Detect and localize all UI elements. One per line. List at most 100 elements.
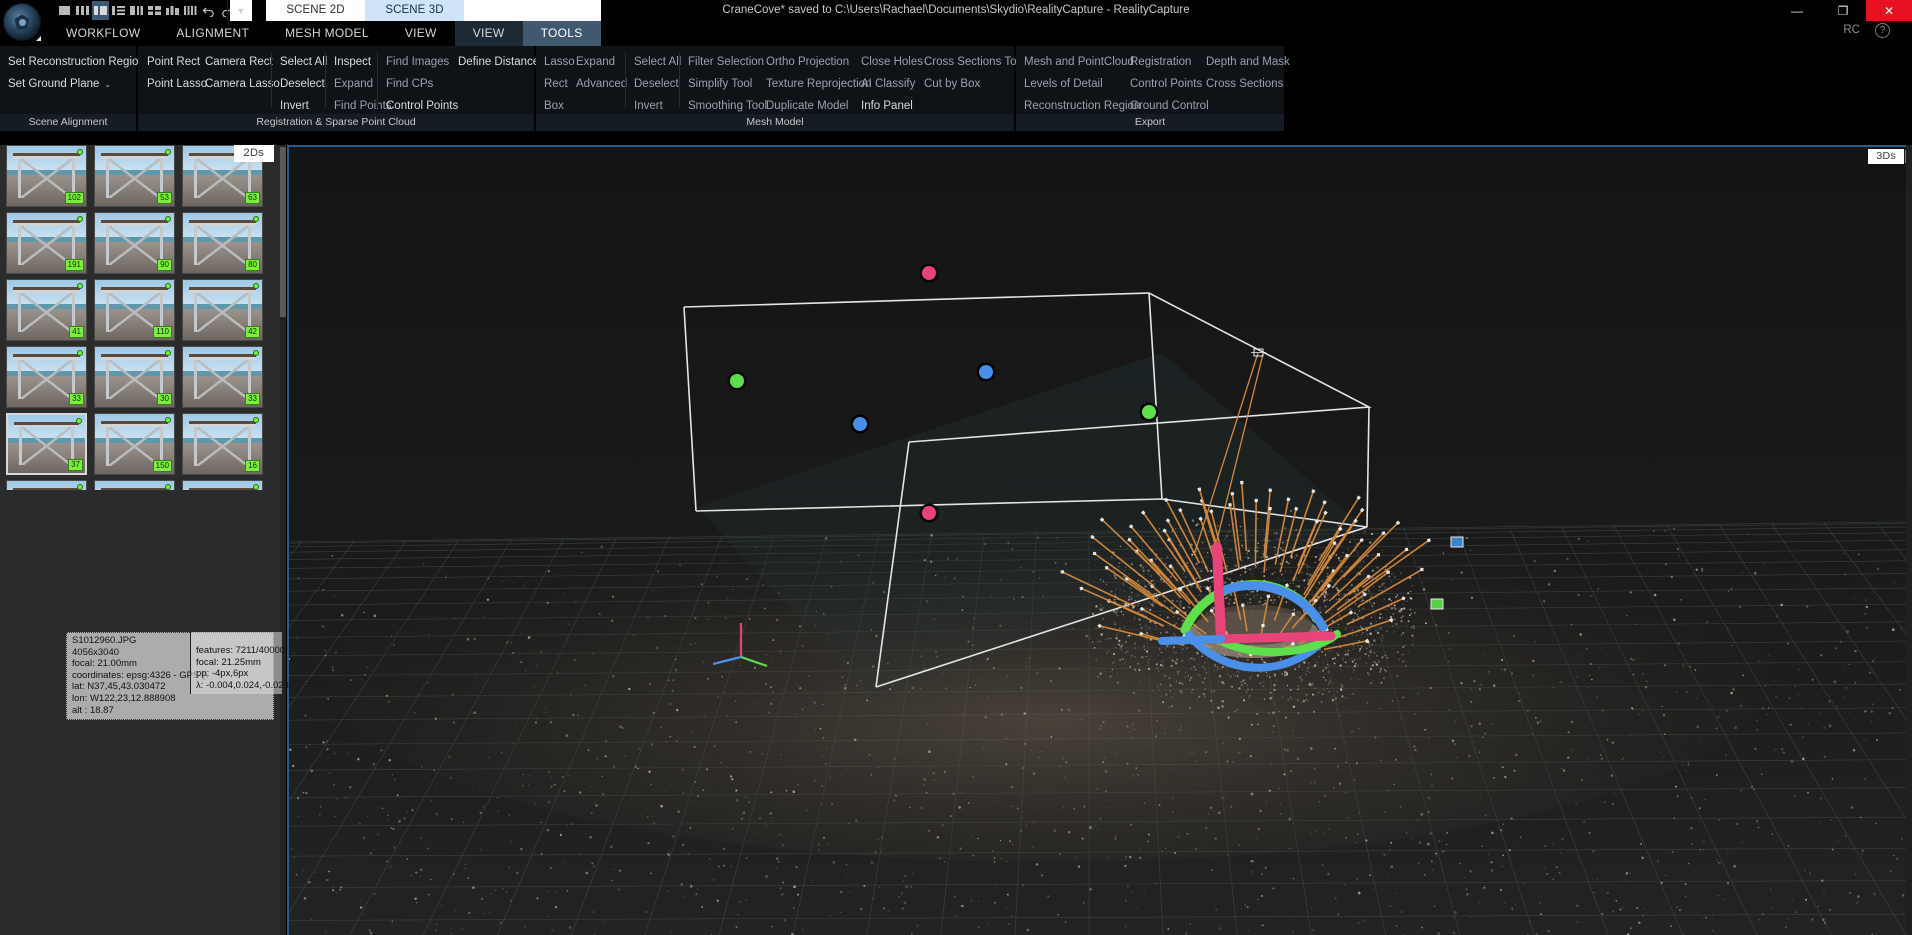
- layout-list-icon[interactable]: [110, 1, 127, 20]
- image-thumbnail[interactable]: 37: [6, 413, 87, 475]
- viewport-scrollbar[interactable]: [1906, 145, 1912, 935]
- control-point-pink-top[interactable]: [919, 263, 939, 283]
- point-cloud-point: [1410, 626, 1413, 629]
- point-cloud-point: [1156, 598, 1159, 600]
- point-cloud-point: [1384, 587, 1386, 589]
- ribbon-item-camera-rect[interactable]: Camera Rect: [203, 51, 282, 73]
- layout-three-top-icon[interactable]: [164, 1, 181, 20]
- point-cloud-point: [1284, 527, 1287, 530]
- layout-single-icon[interactable]: [56, 1, 73, 20]
- point-cloud-point: [453, 617, 455, 620]
- point-cloud-point: [1339, 664, 1342, 667]
- point-cloud-point: [520, 847, 524, 851]
- ribbon-item-select-all[interactable]: Select All: [278, 51, 329, 73]
- point-cloud-point: [1717, 861, 1720, 864]
- images-panel-scrollbar[interactable]: [280, 145, 286, 935]
- point-cloud-point: [1341, 595, 1342, 597]
- ribbon-item-point-rect[interactable]: Point Rect: [145, 51, 209, 73]
- point-cloud-point: [910, 885, 912, 888]
- point-cloud-point: [808, 675, 810, 677]
- point-cloud-point: [1390, 865, 1394, 869]
- ribbon-item-point-lasso[interactable]: Point Lasso: [145, 73, 209, 95]
- toolbar-overflow-icon[interactable]: ▼: [230, 0, 252, 21]
- panel-tab-2ds[interactable]: 2Ds: [233, 145, 274, 162]
- control-point-blue-right[interactable]: [976, 362, 996, 382]
- image-thumbnail[interactable]: 42: [182, 279, 263, 341]
- point-cloud-point: [1226, 760, 1229, 763]
- layout-four-columns-icon[interactable]: [182, 1, 199, 20]
- layout-two-pane-icon[interactable]: [92, 1, 109, 20]
- point-cloud-point: [1193, 665, 1196, 668]
- thumbnail-aligned-indicator-icon: [165, 484, 171, 490]
- point-cloud-point: [1863, 612, 1867, 616]
- point-cloud-point: [1202, 693, 1205, 696]
- images-panel-scroll-thumb[interactable]: [280, 147, 286, 317]
- image-thumbnail[interactable]: 53: [94, 145, 175, 207]
- maximize-restore-button[interactable]: ❐: [1820, 0, 1866, 21]
- image-thumbnail[interactable]: 16: [182, 413, 263, 475]
- image-thumbnail[interactable]: [182, 480, 263, 490]
- point-cloud-point: [1400, 619, 1403, 623]
- point-cloud-point: [1417, 692, 1420, 695]
- ribbon-tab-mesh-model[interactable]: MESH MODEL: [267, 21, 387, 46]
- point-cloud-point: [1632, 673, 1635, 676]
- point-cloud-point: [984, 716, 987, 718]
- tab-scene-2d[interactable]: SCENE 2D: [266, 0, 365, 21]
- image-thumbnail[interactable]: 41: [6, 279, 87, 341]
- image-thumbnail[interactable]: [6, 480, 87, 490]
- scene-tab-filler: [464, 0, 601, 21]
- ribbon-item-set-ground-plane[interactable]: Set Ground Plane ⌄: [6, 73, 159, 95]
- scene-3d-viewport[interactable]: 3Ds: [287, 145, 1912, 935]
- point-cloud-point: [601, 775, 603, 778]
- point-cloud-point: [424, 745, 427, 748]
- point-cloud-point: [1836, 705, 1839, 708]
- ribbon-tab-tools[interactable]: TOOLS: [522, 21, 601, 46]
- image-thumbnail[interactable]: 150: [94, 413, 175, 475]
- control-point-green-left[interactable]: [727, 371, 747, 391]
- image-thumbnail[interactable]: 33: [6, 346, 87, 408]
- image-thumbnail[interactable]: 90: [94, 212, 175, 274]
- ribbon-item-camera-lasso[interactable]: Camera Lasso: [203, 73, 282, 95]
- control-point-pink-bottom[interactable]: [919, 503, 939, 523]
- layout-quad-icon[interactable]: [146, 1, 163, 20]
- image-thumbnail[interactable]: [94, 480, 175, 490]
- image-thumbnail[interactable]: 30: [94, 346, 175, 408]
- point-cloud-point: [374, 879, 376, 881]
- ribbon-item-deselect[interactable]: Deselect: [278, 73, 329, 95]
- image-thumbnail[interactable]: 191: [6, 212, 87, 274]
- ribbon-tab-alignment[interactable]: ALIGNMENT: [158, 21, 267, 46]
- point-cloud-point: [1249, 568, 1251, 571]
- ribbon-tab-view-secondary[interactable]: VIEW: [454, 21, 523, 46]
- image-thumbnail[interactable]: 110: [94, 279, 175, 341]
- control-point-blue-low[interactable]: [850, 414, 870, 434]
- point-cloud-point: [450, 818, 453, 821]
- help-icon[interactable]: ?: [1875, 23, 1890, 38]
- image-thumbnail[interactable]: 102: [6, 145, 87, 207]
- point-cloud-point: [1828, 700, 1831, 703]
- point-cloud-point: [1321, 547, 1323, 549]
- image-thumbnail[interactable]: 80: [182, 212, 263, 274]
- minimize-button[interactable]: —: [1774, 0, 1820, 21]
- ribbon-item-advanced: Advanced: [576, 78, 628, 90]
- undo-icon[interactable]: [200, 1, 217, 20]
- ribbon-tab-workflow[interactable]: WORKFLOW: [48, 21, 158, 46]
- ribbon-item-set-reconstruction-region[interactable]: Set Reconstruction Region⌄: [6, 51, 159, 73]
- layout-three-columns-icon[interactable]: [74, 1, 91, 20]
- point-cloud-point: [748, 618, 751, 620]
- chevron-down-icon[interactable]: ⌄: [104, 80, 111, 89]
- thumbnail-grid[interactable]: 102 53 63 191 90 80 41 110 42 33 30 33 37 150 16: [6, 145, 280, 490]
- ribbon-divider: [377, 52, 378, 108]
- ribbon-item-define-distance[interactable]: Define Distance: [456, 51, 541, 73]
- image-thumbnail[interactable]: 33: [182, 346, 263, 408]
- control-point-green-right[interactable]: [1139, 402, 1159, 422]
- point-cloud-point: [1427, 842, 1430, 846]
- tab-scene-3d[interactable]: SCENE 3D: [365, 0, 464, 21]
- viewport-tab-3ds[interactable]: 3Ds: [1868, 149, 1904, 164]
- layout-split-icon[interactable]: [128, 1, 145, 20]
- app-logo[interactable]: [0, 0, 44, 44]
- point-cloud-point: [648, 683, 652, 686]
- point-cloud-point: [310, 918, 313, 921]
- close-button[interactable]: ✕: [1866, 0, 1912, 21]
- ribbon-tab-view[interactable]: VIEW: [387, 21, 455, 46]
- scene-3d-canvas[interactable]: [289, 147, 1912, 935]
